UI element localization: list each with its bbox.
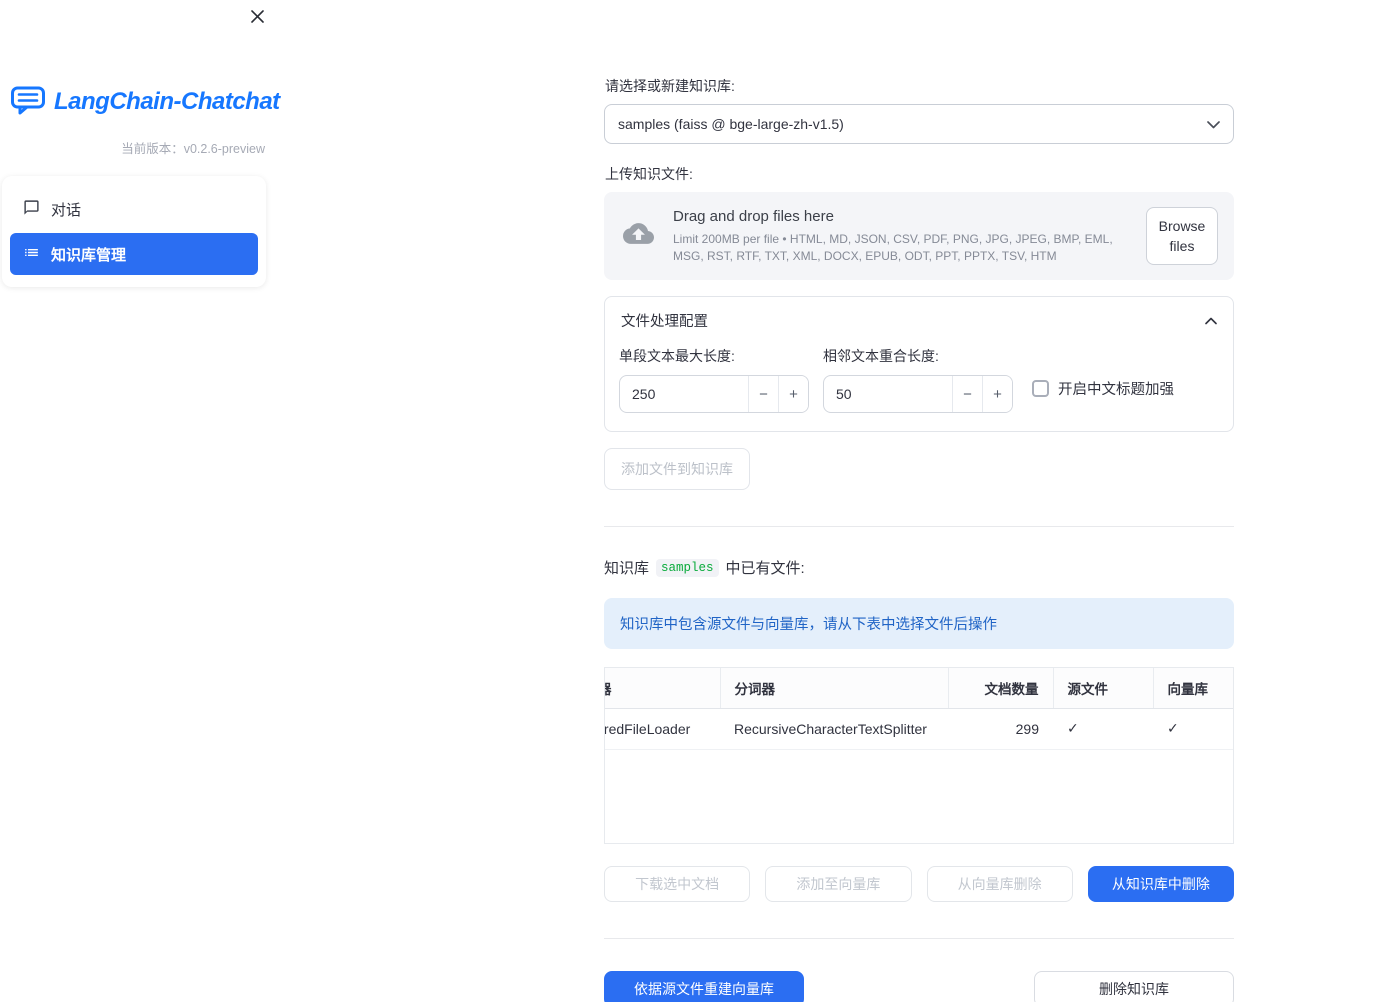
cell-source-file-check: ✓ xyxy=(1053,708,1153,750)
expander-body: 单段文本最大长度: 250 − + 相邻文本重合长度: 50 − + 开启中文标… xyxy=(605,344,1233,431)
close-icon xyxy=(250,9,265,29)
chat-bubble-icon xyxy=(23,199,40,220)
overlap-size-group: 相邻文本重合长度: 50 − + xyxy=(823,346,1013,413)
chunk-size-increment-button[interactable]: + xyxy=(778,376,808,412)
sidebar-item-knowledge-base[interactable]: 知识库管理 xyxy=(10,233,258,275)
overlap-size-label: 相邻文本重合长度: xyxy=(823,348,939,364)
kb-select[interactable]: samples (faiss @ bge-large-zh-v1.5) xyxy=(604,104,1234,144)
add-files-button[interactable]: 添加文件到知识库 xyxy=(604,448,750,490)
divider xyxy=(604,938,1234,939)
chunk-size-value[interactable]: 250 xyxy=(620,376,748,412)
overlap-size-decrement-button[interactable]: − xyxy=(952,376,982,412)
chatchat-logo-icon xyxy=(10,84,46,120)
chunk-size-label: 单段文本最大长度: xyxy=(619,348,735,364)
table-header-doc-count[interactable]: 文档数量 xyxy=(948,668,1054,709)
download-selected-button[interactable]: 下载选中文档 xyxy=(604,866,751,902)
version-label: 当前版本：v0.2.6-preview xyxy=(121,142,265,156)
chevron-up-icon xyxy=(1205,313,1217,329)
table-header-vector-store[interactable]: 向量库 xyxy=(1153,668,1233,709)
expander-header[interactable]: 文件处理配置 xyxy=(605,297,1233,344)
kb-select-label: 请选择或新建知识库: xyxy=(605,78,735,94)
sidebar-item-label: 对话 xyxy=(51,201,82,219)
zh-title-enhance-label: 开启中文标题加强 xyxy=(1058,382,1174,398)
table-row[interactable]: UnstructuredFileLoader RecursiveCharacte… xyxy=(605,708,1233,750)
cell-doc-count: 299 xyxy=(948,708,1053,750)
delete-kb-button[interactable]: 删除知识库 xyxy=(1034,971,1234,1002)
delete-from-kb-button[interactable]: 从知识库中删除 xyxy=(1087,866,1234,902)
sidebar: LangChain-Chatchat 当前版本：v0.2.6-preview 对… xyxy=(0,0,280,1002)
overlap-size-value[interactable]: 50 xyxy=(824,376,952,412)
dropzone-limit-text: Limit 200MB per file • HTML, MD, JSON, C… xyxy=(673,231,1113,263)
kb-select-value: samples (faiss @ bge-large-zh-v1.5) xyxy=(618,116,844,132)
add-to-vector-store-button[interactable]: 添加至向量库 xyxy=(765,866,912,902)
page: LangChain-Chatchat 当前版本：v0.2.6-preview 对… xyxy=(0,0,1380,1002)
cloud-upload-icon xyxy=(620,218,657,254)
table-header-splitter[interactable]: 分词器 xyxy=(720,668,949,709)
expander-title: 文件处理配置 xyxy=(621,314,708,330)
table-header-source-file[interactable]: 源文件 xyxy=(1053,668,1154,709)
kb-files-suffix: 中已有文件: xyxy=(725,560,805,577)
cell-vector-store-check: ✓ xyxy=(1153,708,1233,750)
app-logo: LangChain-Chatchat xyxy=(10,84,280,120)
sidebar-item-dialogue[interactable]: 对话 xyxy=(10,188,258,230)
zh-title-enhance-checkbox-row[interactable]: 开启中文标题加强 xyxy=(1032,378,1174,399)
sidebar-menu: 对话 知识库管理 xyxy=(2,176,266,287)
dropzone-text: Drag and drop files here Limit 200MB per… xyxy=(673,208,1130,265)
files-table[interactable]: 文档加载器 分词器 文档数量 源文件 向量库 UnstructuredFileL… xyxy=(604,667,1234,844)
kb-management-buttons: 依据源文件重建向量库 删除知识库 xyxy=(604,971,1234,1002)
chunk-size-decrement-button[interactable]: − xyxy=(748,376,778,412)
chunk-size-group: 单段文本最大长度: 250 − + xyxy=(619,346,809,413)
upload-label: 上传知识文件: xyxy=(605,166,693,182)
kb-files-prefix: 知识库 xyxy=(604,560,650,577)
cell-splitter: RecursiveCharacterTextSplitter xyxy=(720,708,948,750)
rebuild-vector-store-button[interactable]: 依据源文件重建向量库 xyxy=(604,971,804,1002)
overlap-size-increment-button[interactable]: + xyxy=(982,376,1012,412)
app-title: LangChain-Chatchat xyxy=(54,88,280,115)
kb-files-heading: 知识库 samples 中已有文件: xyxy=(604,557,1234,578)
sidebar-item-label: 知识库管理 xyxy=(51,246,127,264)
files-table-grid: 文档加载器 分词器 文档数量 源文件 向量库 UnstructuredFileL… xyxy=(605,668,1233,750)
sidebar-close-button[interactable] xyxy=(248,10,266,28)
list-icon xyxy=(23,244,40,265)
file-action-buttons: 下载选中文档 添加至向量库 从向量库删除 从知识库中删除 xyxy=(604,866,1234,902)
chevron-down-icon xyxy=(1207,116,1220,132)
cell-loader: UnstructuredFileLoader xyxy=(605,708,720,750)
dropzone-title: Drag and drop files here xyxy=(673,207,834,225)
main-content: 请选择或新建知识库: samples (faiss @ bge-large-zh… xyxy=(604,0,1234,1002)
divider xyxy=(604,526,1234,527)
overlap-size-input[interactable]: 50 − + xyxy=(823,375,1013,413)
browse-files-button[interactable]: Browse files xyxy=(1146,206,1218,266)
zh-title-enhance-checkbox[interactable] xyxy=(1032,380,1049,397)
table-header-row: 文档加载器 分词器 文档数量 源文件 向量库 xyxy=(605,668,1233,709)
delete-from-vector-store-button[interactable]: 从向量库删除 xyxy=(926,866,1073,902)
table-header-loader[interactable]: 文档加载器 xyxy=(605,668,721,709)
kb-name-code: samples xyxy=(656,558,719,577)
info-banner: 知识库中包含源文件与向量库，请从下表中选择文件后操作 xyxy=(604,598,1234,649)
chunk-size-input[interactable]: 250 − + xyxy=(619,375,809,413)
file-dropzone[interactable]: Drag and drop files here Limit 200MB per… xyxy=(604,192,1234,280)
file-config-expander: 文件处理配置 单段文本最大长度: 250 − + 相邻文本重合长度: 50 − … xyxy=(604,296,1234,432)
